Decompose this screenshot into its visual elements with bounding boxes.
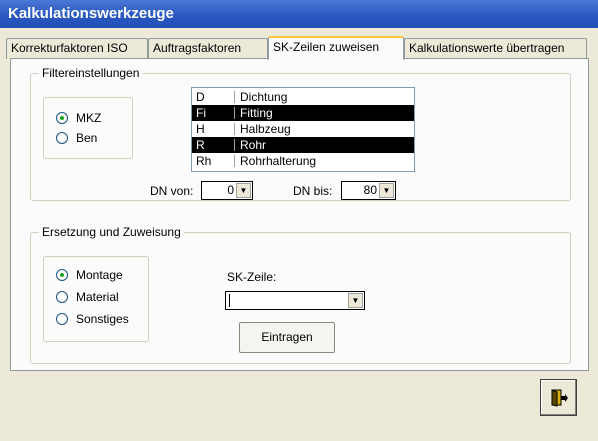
list-item-name: Halbzeug xyxy=(240,122,291,136)
filter-radio-group: MKZ Ben xyxy=(43,97,133,159)
list-item-code: Rh xyxy=(196,154,212,168)
assignment-legend: Ersetzung und Zuweisung xyxy=(39,224,184,240)
dn-bis-label: DN bis: xyxy=(293,184,333,198)
text-cursor xyxy=(229,294,230,307)
sk-zeile-combo[interactable]: ▼ xyxy=(225,291,365,310)
list-item-code: D xyxy=(196,90,205,104)
radio-sonstiges-indicator xyxy=(56,313,68,325)
chevron-down-icon[interactable]: ▼ xyxy=(379,183,394,198)
list-item-code: Fi xyxy=(196,106,206,120)
sk-zeile-label: SK-Zeile: xyxy=(227,270,277,284)
chevron-down-icon[interactable]: ▼ xyxy=(348,293,363,308)
app-window: Kalkulationswerkzeuge Korrekturfaktoren … xyxy=(0,0,598,441)
radio-sonstiges[interactable]: Sonstiges xyxy=(56,311,129,327)
list-item[interactable]: D Dichtung xyxy=(192,89,414,105)
assignment-radio-group: Montage Material Sonstiges xyxy=(43,256,149,342)
column-separator xyxy=(234,155,235,167)
radio-montage-indicator xyxy=(56,269,68,281)
dn-von-label: DN von: xyxy=(150,184,194,198)
radio-ben-indicator xyxy=(56,132,68,144)
list-item[interactable]: Fi Fitting xyxy=(192,105,414,121)
tab-sk-zeilen-zuweisen[interactable]: SK-Zeilen zuweisen xyxy=(268,36,404,60)
dn-bis-value: 80 xyxy=(363,183,377,197)
radio-mkz[interactable]: MKZ xyxy=(56,110,101,126)
list-item[interactable]: Rh Rohrhalterung xyxy=(192,153,414,169)
list-item[interactable]: H Halbzeug xyxy=(192,121,414,137)
list-item-code: R xyxy=(196,138,205,152)
dn-bis-combo[interactable]: 80 ▼ xyxy=(341,181,396,200)
tab-panel: Filtereinstellungen MKZ Ben D Dichtung F… xyxy=(10,58,589,371)
list-item-code: H xyxy=(196,122,205,136)
radio-montage-label: Montage xyxy=(76,268,123,282)
radio-montage[interactable]: Montage xyxy=(56,267,123,283)
category-listbox[interactable]: D Dichtung Fi Fitting H Halbzeug R Rohr … xyxy=(191,87,415,172)
column-separator xyxy=(234,91,235,103)
window-title: Kalkulationswerkzeuge xyxy=(0,0,598,28)
radio-ben-label: Ben xyxy=(76,131,98,145)
list-item-name: Fitting xyxy=(240,106,273,120)
radio-material[interactable]: Material xyxy=(56,289,119,305)
column-separator xyxy=(234,107,235,119)
filter-group: Filtereinstellungen MKZ Ben D Dichtung F… xyxy=(30,65,571,201)
radio-material-indicator xyxy=(56,291,68,303)
tab-kalkulationswerte-uebertragen[interactable]: Kalkulationswerte übertragen xyxy=(404,38,587,59)
chevron-down-icon[interactable]: ▼ xyxy=(236,183,251,198)
radio-material-label: Material xyxy=(76,290,119,304)
filter-legend: Filtereinstellungen xyxy=(39,65,143,81)
assignment-group: Ersetzung und Zuweisung Montage Material… xyxy=(30,224,571,364)
radio-ben[interactable]: Ben xyxy=(56,130,97,146)
exit-button[interactable] xyxy=(540,379,577,416)
tab-korrekturfaktoren-iso[interactable]: Korrekturfaktoren ISO xyxy=(6,38,148,59)
column-separator xyxy=(234,139,235,151)
list-item-name: Rohrhalterung xyxy=(240,154,317,168)
radio-mkz-label: MKZ xyxy=(76,111,102,125)
exit-door-icon xyxy=(551,389,568,407)
radio-mkz-indicator xyxy=(56,112,68,124)
list-item-name: Rohr xyxy=(240,138,267,152)
dn-von-value: 0 xyxy=(227,183,234,197)
column-separator xyxy=(234,123,235,135)
radio-sonstiges-label: Sonstiges xyxy=(76,312,129,326)
tab-auftragsfaktoren[interactable]: Auftragsfaktoren xyxy=(148,38,268,59)
eintragen-button[interactable]: Eintragen xyxy=(239,322,335,353)
dn-von-combo[interactable]: 0 ▼ xyxy=(201,181,253,200)
tab-strip: Korrekturfaktoren ISO Auftragsfaktoren S… xyxy=(0,36,598,60)
list-item[interactable]: R Rohr xyxy=(192,137,414,153)
list-item-name: Dichtung xyxy=(240,90,288,104)
